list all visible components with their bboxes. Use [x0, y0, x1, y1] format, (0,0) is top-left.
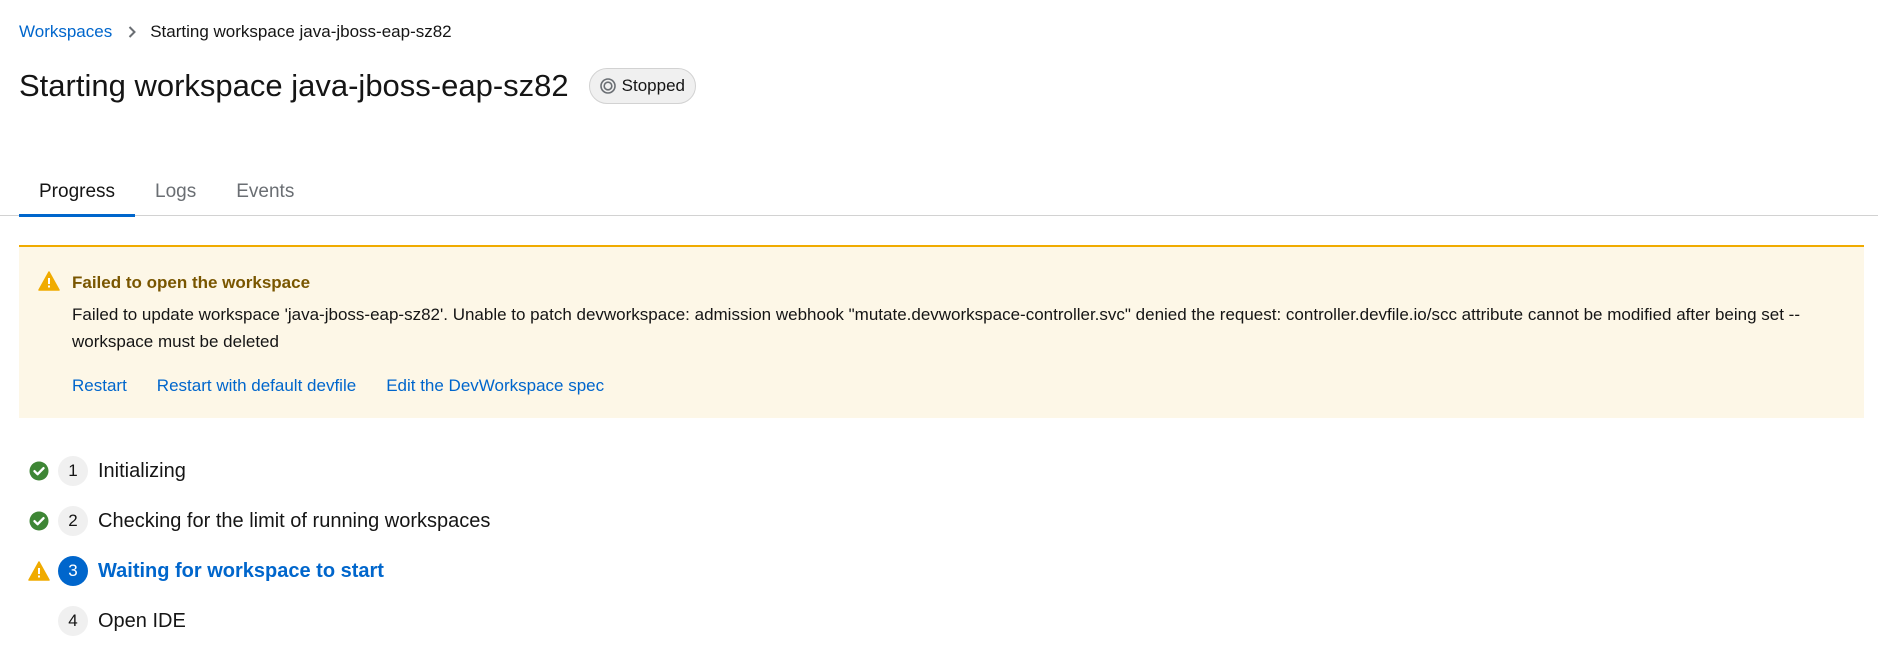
- restart-default-devfile-link[interactable]: Restart with default devfile: [157, 374, 356, 398]
- warning-triangle-icon: [38, 271, 60, 296]
- status-badge-label: Stopped: [621, 76, 685, 95]
- page-title: Starting workspace java-jboss-eap-sz82: [19, 68, 569, 103]
- alert-actions: Restart Restart with default devfile Edi…: [72, 374, 634, 398]
- edit-devworkspace-spec-link[interactable]: Edit the DevWorkspace spec: [386, 374, 604, 398]
- warning-triangle-icon: [28, 560, 50, 582]
- restart-link[interactable]: Restart: [72, 374, 127, 398]
- step-label: Initializing: [98, 459, 186, 482]
- progress-step: 4 Open IDE: [28, 596, 490, 646]
- step-label: Checking for the limit of running worksp…: [98, 509, 491, 532]
- breadcrumb: Workspaces Starting workspace java-jboss…: [19, 20, 452, 44]
- breadcrumb-current: Starting workspace java-jboss-eap-sz82: [150, 22, 452, 41]
- alert-title: Failed to open the workspace: [72, 273, 311, 292]
- title-row: Starting workspace java-jboss-eap-sz82 S…: [19, 66, 696, 106]
- step-number: 4: [58, 606, 88, 636]
- tab-list: Progress Logs Events: [19, 168, 314, 217]
- check-circle-icon: [28, 510, 50, 532]
- step-number: 1: [58, 456, 88, 486]
- progress-steps: 1 Initializing 2 Checking for the limit …: [28, 446, 490, 646]
- tab-logs[interactable]: Logs: [135, 168, 216, 216]
- alert-description: Failed to update workspace 'java-jboss-e…: [72, 305, 1800, 351]
- status-badge: Stopped: [588, 68, 696, 104]
- step-number: 3: [58, 556, 88, 586]
- breadcrumb-workspaces-link[interactable]: Workspaces: [19, 20, 112, 44]
- step-label: Open IDE: [98, 609, 186, 632]
- check-circle-icon: [28, 460, 50, 482]
- progress-step: 2 Checking for the limit of running work…: [28, 496, 490, 546]
- tab-events[interactable]: Events: [216, 168, 314, 216]
- progress-step: 3 Waiting for workspace to start: [28, 546, 490, 596]
- step-label: Waiting for workspace to start: [98, 559, 384, 582]
- warning-alert: Failed to open the workspace Failed to u…: [19, 245, 1864, 418]
- tabs: Progress Logs Events: [0, 168, 1878, 217]
- step-status-placeholder: [28, 610, 50, 632]
- workspace-page: Workspaces Starting workspace java-jboss…: [0, 0, 1878, 651]
- progress-step: 1 Initializing: [28, 446, 490, 496]
- stopped-icon: [599, 78, 616, 94]
- step-number: 2: [58, 506, 88, 536]
- chevron-right-icon: [128, 26, 137, 38]
- tab-progress[interactable]: Progress: [19, 168, 136, 217]
